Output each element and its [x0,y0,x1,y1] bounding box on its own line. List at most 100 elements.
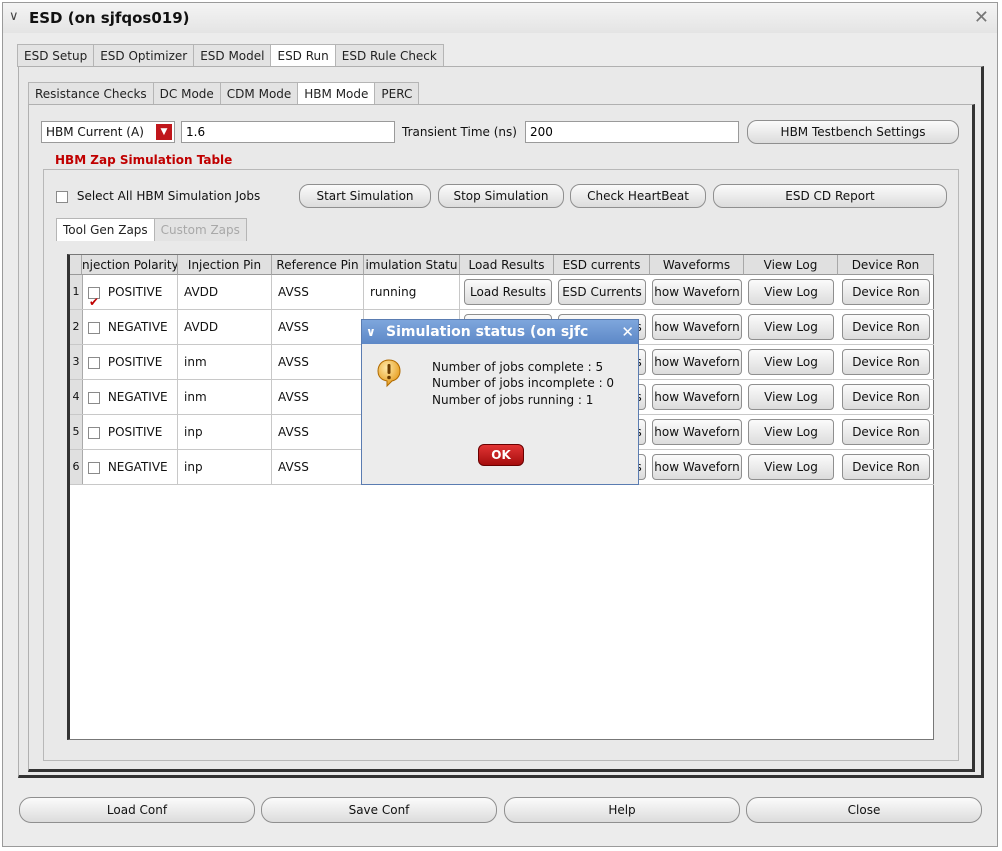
simulation-status-dialog: ∨ Simulation status (on sjfc ✕ Number of… [361,319,639,485]
transient-time-input[interactable] [525,121,739,143]
esd-currents-button[interactable]: ESD Currents [558,279,646,305]
main-tabbar: ESD Setup ESD Optimizer ESD Model ESD Ru… [17,44,444,67]
row-checkbox[interactable] [88,285,100,309]
polarity-value: NEGATIVE [107,390,168,404]
polarity-value: POSITIVE [107,425,163,439]
check-heartbeat-button[interactable]: Check HeartBeat [570,184,706,208]
close-icon[interactable]: ✕ [974,7,989,28]
tab-perc[interactable]: PERC [374,82,420,105]
table-row: 1 POSITIVE AVDD AVSS running Load Result… [70,275,934,310]
tab-tool-gen-zaps[interactable]: Tool Gen Zaps [56,218,155,241]
reference-pin-cell: AVSS [272,380,364,414]
tab-esd-run[interactable]: ESD Run [270,44,336,67]
device-ron-button[interactable]: Device Ron [842,314,930,340]
row-checkbox[interactable] [88,356,100,369]
polarity-value: POSITIVE [107,285,163,299]
jobs-running-text: Number of jobs running : 1 [432,393,594,407]
reference-pin-cell: AVSS [272,415,364,449]
jobs-incomplete-text: Number of jobs incomplete : 0 [432,376,615,390]
polarity-cell: NEGATIVE [82,310,178,344]
load-conf-button[interactable]: Load Conf [19,797,255,823]
hbm-current-input[interactable] [181,121,395,143]
window-title: ESD (on sjfqos019) [29,9,190,27]
show-waveform-button[interactable]: how Waveforn [652,349,742,375]
zap-table-legend: HBM Zap Simulation Table [53,153,235,167]
column-header[interactable]: Reference Pin [272,255,364,275]
show-waveform-button[interactable]: how Waveforn [652,419,742,445]
row-checkbox[interactable] [88,426,100,439]
tab-hbm-mode[interactable]: HBM Mode [297,82,376,105]
show-waveform-button[interactable]: how Waveforn [652,314,742,340]
injection-pin-cell: inm [178,345,272,379]
view-log-button[interactable]: View Log [748,279,834,305]
view-log-button[interactable]: View Log [748,419,834,445]
reference-pin-cell: AVSS [272,450,364,484]
column-header[interactable]: Device Ron [838,255,934,275]
polarity-cell: NEGATIVE [82,380,178,414]
polarity-cell: POSITIVE [82,415,178,449]
column-header[interactable]: Load Results [460,255,554,275]
row-checkbox[interactable] [88,321,100,334]
dropdown-arrow-icon[interactable]: ▼ [156,124,172,140]
polarity-value: NEGATIVE [107,320,168,334]
close-icon[interactable]: ✕ [621,320,634,344]
injection-pin-cell: inp [178,450,272,484]
device-ron-button[interactable]: Device Ron [842,384,930,410]
device-ron-button[interactable]: Device Ron [842,349,930,375]
view-log-button[interactable]: View Log [748,384,834,410]
close-button[interactable]: Close [746,797,982,823]
device-ron-button[interactable]: Device Ron [842,454,930,480]
select-all-checkbox[interactable] [56,190,68,203]
injection-pin-cell: inm [178,380,272,414]
tab-esd-model[interactable]: ESD Model [193,44,272,67]
column-header[interactable]: Injection Pin [178,255,272,275]
injection-pin-cell: inp [178,415,272,449]
show-waveform-button[interactable]: how Waveforn [652,384,742,410]
transient-time-label: Transient Time (ns) [402,125,517,139]
tab-resistance-checks[interactable]: Resistance Checks [28,82,154,105]
row-checkbox[interactable] [88,391,100,404]
warning-icon [377,359,401,388]
start-simulation-button[interactable]: Start Simulation [299,184,431,208]
view-log-button[interactable]: View Log [748,349,834,375]
dialog-title: Simulation status (on sjfc [386,324,589,340]
column-header[interactable]: njection Polarity [82,255,178,275]
chevron-down-icon[interactable]: ∨ [9,9,19,24]
tab-dc-mode[interactable]: DC Mode [152,82,221,105]
show-waveform-button[interactable]: how Waveforn [652,279,742,305]
select-all-label: Select All HBM Simulation Jobs [76,189,261,203]
device-ron-button[interactable]: Device Ron [842,419,930,445]
chevron-down-icon[interactable]: ∨ [366,320,376,344]
polarity-value: POSITIVE [107,355,163,369]
stop-simulation-button[interactable]: Stop Simulation [438,184,564,208]
show-waveform-button[interactable]: how Waveforn [652,454,742,480]
view-log-button[interactable]: View Log [748,314,834,340]
column-header[interactable]: imulation Statu [364,255,460,275]
tab-esd-optimizer[interactable]: ESD Optimizer [93,44,195,67]
hbm-testbench-settings-button[interactable]: HBM Testbench Settings [747,120,959,144]
column-header[interactable]: View Log [744,255,838,275]
reference-pin-cell: AVSS [272,345,364,379]
save-conf-button[interactable]: Save Conf [261,797,497,823]
injection-pin-cell: AVDD [178,275,272,309]
help-button[interactable]: Help [504,797,740,823]
view-log-button[interactable]: View Log [748,454,834,480]
column-header[interactable]: Waveforms [650,255,744,275]
tab-custom-zaps: Custom Zaps [153,218,247,241]
column-header[interactable]: ESD currents [554,255,650,275]
hbm-current-select[interactable]: HBM Current (A) ▼ [41,121,175,143]
load-results-button[interactable]: Load Results [464,279,552,305]
device-ron-button[interactable]: Device Ron [842,279,930,305]
tab-esd-setup[interactable]: ESD Setup [17,44,95,67]
simulation-status-cell: running [364,275,460,309]
tab-cdm-mode[interactable]: CDM Mode [219,82,299,105]
tab-esd-rule-check[interactable]: ESD Rule Check [334,44,444,67]
polarity-cell: POSITIVE [82,275,178,309]
row-checkbox[interactable] [88,461,100,474]
ok-button[interactable]: OK [478,444,524,466]
injection-pin-cell: AVDD [178,310,272,344]
title-bar: ∨ ESD (on sjfqos019) ✕ [3,3,997,33]
esd-cd-report-button[interactable]: ESD CD Report [713,184,947,208]
zaps-subtabbar: Tool Gen Zaps Custom Zaps [56,218,247,241]
select-all-checkbox-row[interactable]: Select All HBM Simulation Jobs [56,189,260,203]
